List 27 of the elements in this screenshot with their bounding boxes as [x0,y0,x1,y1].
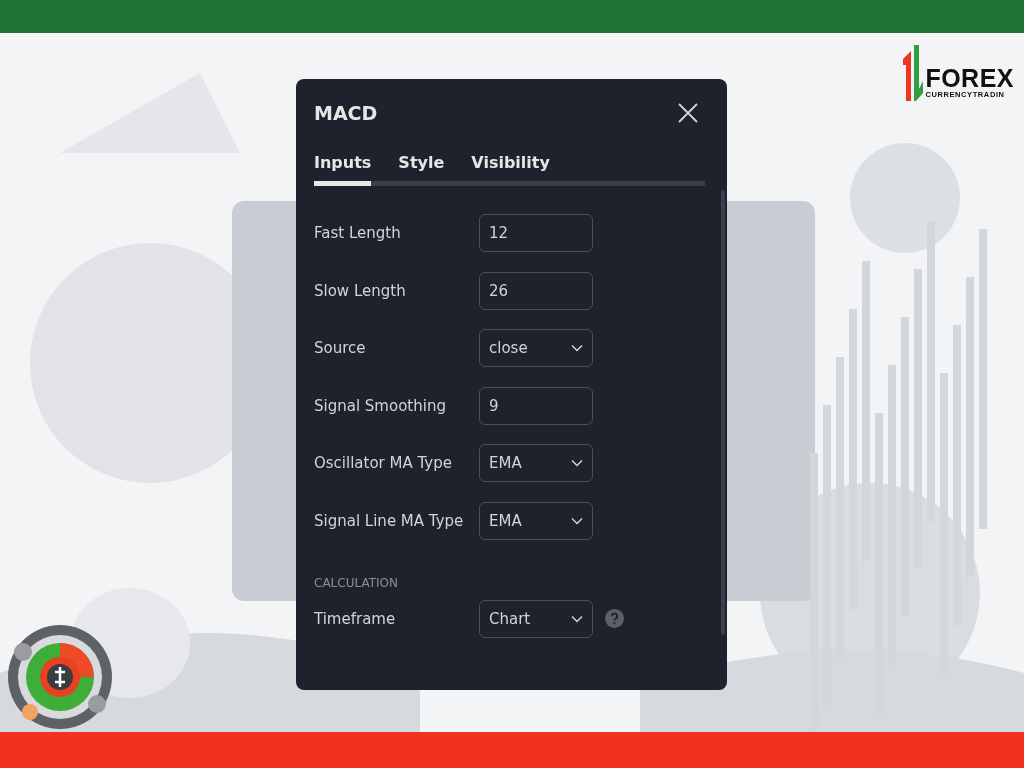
number-input[interactable]: 12 [479,214,593,252]
tab[interactable]: Visibility [471,153,550,181]
caret-icon [571,614,583,623]
field-label: Timeframe [314,609,397,628]
field-label: Source [314,339,367,357]
field-label: Fast Length [314,224,402,242]
select-dropdown[interactable]: EMA [479,444,593,482]
number-input[interactable]: 26 [479,271,593,310]
help-icon[interactable] [605,609,624,628]
field-label: Signal Smoothing [314,396,447,415]
caret-icon [571,516,583,525]
dialog-title: MACD [314,102,378,124]
number-input[interactable]: 9 [479,386,593,425]
section-heading: CALCULATION [314,575,399,590]
close-icon[interactable] [677,102,699,124]
select-dropdown[interactable]: EMA [479,501,593,540]
tab[interactable]: Inputs [314,153,372,181]
caret-icon [571,344,583,352]
caret-icon [571,459,583,467]
field-label: Signal Line MA Type [314,511,465,530]
logo-wordmark: FOREX [925,66,1014,90]
select-dropdown[interactable]: close [479,329,593,367]
field-label: Slow Length [314,281,407,300]
select-dropdown[interactable]: Chart [479,599,593,638]
tab[interactable]: Style [398,153,445,181]
logo-mark-icon [901,45,924,101]
field-label: Oscillator MA Type [314,454,453,472]
